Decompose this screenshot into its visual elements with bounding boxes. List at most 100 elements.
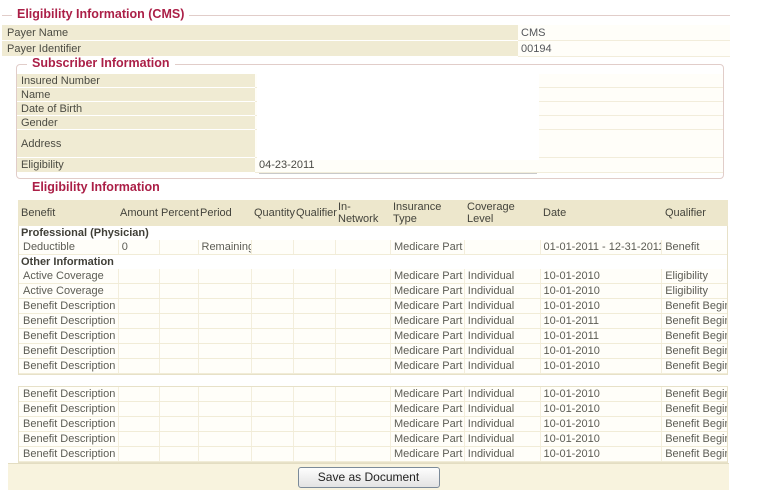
table-cell <box>251 447 293 461</box>
table-cell: 10-01-2010 <box>540 447 662 461</box>
table-cell <box>198 299 252 313</box>
subscriber-row-label: Address <box>17 130 255 158</box>
table-cell: Individual <box>464 269 540 283</box>
table-cell <box>118 269 159 283</box>
table-cell <box>335 432 390 446</box>
table-cell <box>159 447 198 461</box>
subscriber-row-value: 04-23-2011 <box>255 158 723 173</box>
table-cell: Benefit Begin <box>661 344 727 358</box>
table-cell <box>293 387 335 401</box>
table-row: Benefit DescriptionMedicare Part BIndivi… <box>19 329 727 344</box>
column-header-percent: Percent <box>158 207 197 219</box>
table-cell <box>464 240 540 254</box>
table-cell <box>118 387 159 401</box>
table-block: Benefit DescriptionMedicare Part BIndivi… <box>18 386 728 463</box>
table-cell <box>118 447 159 461</box>
table-cell <box>198 314 252 328</box>
table-cell: Benefit Begin <box>661 329 727 343</box>
table-cell: Medicare Part B <box>390 284 464 298</box>
table-header-row: BenefitAmountPercentPeriodQuantityQualif… <box>18 200 728 226</box>
table-cell: Benefit Description <box>19 447 118 461</box>
table-group-row: Other Information <box>19 255 727 269</box>
column-header-amount: Amount <box>117 207 158 219</box>
table-cell <box>335 240 390 254</box>
table-cell <box>335 269 390 283</box>
table-cell <box>293 314 335 328</box>
table-cell: Benefit <box>661 240 727 254</box>
table-cell: Benefit Begin <box>661 417 727 431</box>
column-header-qualifier: Qualifier <box>293 207 335 219</box>
table-cell: Eligibility <box>661 269 727 283</box>
table-cell: Individual <box>464 284 540 298</box>
table-cell <box>159 387 198 401</box>
table-cell <box>293 402 335 416</box>
eligibility-section: Eligibility Information BenefitAmountPer… <box>17 189 729 463</box>
table-row: Benefit DescriptionMedicare Part BIndivi… <box>19 299 727 314</box>
table-cell: Individual <box>464 344 540 358</box>
table-cell: Benefit Description <box>19 299 118 313</box>
save-as-document-button[interactable]: Save as Document <box>298 467 440 488</box>
table-cell <box>118 314 159 328</box>
table-cell: 10-01-2010 <box>540 269 662 283</box>
table-cell: Benefit Begin <box>661 387 727 401</box>
payer-section-title: Eligibility Information (CMS) <box>12 7 189 22</box>
table-cell: Eligibility <box>661 284 727 298</box>
table-cell <box>293 329 335 343</box>
table-row: Benefit DescriptionMedicare Part BIndivi… <box>19 402 727 417</box>
subscriber-row-label: Eligibility <box>17 158 255 173</box>
table-cell <box>159 432 198 446</box>
redaction-overlay <box>257 74 539 160</box>
table-cell: Individual <box>464 417 540 431</box>
table-row: Benefit DescriptionMedicare Part BIndivi… <box>19 432 727 447</box>
table-cell <box>251 387 293 401</box>
table-cell: Individual <box>464 299 540 313</box>
table-row: Benefit DescriptionMedicare Part BIndivi… <box>19 314 727 329</box>
table-cell: Medicare Part B <box>390 387 464 401</box>
table-row: Benefit DescriptionMedicare Part BIndivi… <box>19 359 727 374</box>
table-row: Deductible0RemainingMedicare Part B01-01… <box>19 240 727 255</box>
table-cell <box>293 432 335 446</box>
table-cell <box>118 284 159 298</box>
table-cell <box>251 299 293 313</box>
table-cell <box>118 417 159 431</box>
table-cell <box>118 402 159 416</box>
table-cell <box>159 344 198 358</box>
table-cell <box>159 240 198 254</box>
table-group-row: Professional (Physician) <box>19 226 727 240</box>
table-cell <box>159 402 198 416</box>
subscriber-rows: Insured NumberNameDate of BirthGenderAdd… <box>17 74 723 178</box>
table-cell <box>335 387 390 401</box>
eligibility-report-page: Eligibility Information (CMS) Payer Name… <box>2 8 730 463</box>
table-cell <box>118 359 159 373</box>
table-cell: Individual <box>464 402 540 416</box>
table-cell <box>118 432 159 446</box>
table-cell <box>251 432 293 446</box>
table-cell: 10-01-2010 <box>540 299 662 313</box>
table-cell <box>335 329 390 343</box>
group-row-label: Professional (Physician) <box>19 226 149 240</box>
table-cell <box>251 329 293 343</box>
table-cell: Medicare Part A <box>390 269 464 283</box>
table-cell: Individual <box>464 314 540 328</box>
table-cell: 10-01-2010 <box>540 344 662 358</box>
table-cell: Medicare Part B <box>390 447 464 461</box>
table-row: Benefit DescriptionMedicare Part BIndivi… <box>19 344 727 359</box>
table-cell <box>198 269 252 283</box>
eligibility-section-title: Eligibility Information <box>27 180 165 195</box>
table-cell: Benefit Description <box>19 402 118 416</box>
table-cell: Benefit Begin <box>661 314 727 328</box>
table-cell <box>198 447 252 461</box>
table-cell <box>251 269 293 283</box>
table-cell <box>251 402 293 416</box>
table-cell <box>293 359 335 373</box>
table-cell <box>293 240 335 254</box>
table-cell: 01-01-2011 - 12-31-2011 <box>540 240 662 254</box>
subscriber-section: Subscriber Information Insured NumberNam… <box>16 64 724 179</box>
table-cell: Benefit Description <box>19 344 118 358</box>
table-cell: Benefit Begin <box>661 359 727 373</box>
column-header-insurance-type: Insurance Type <box>390 201 464 225</box>
table-cell <box>293 269 335 283</box>
payer-rows: Payer NameCMSPayer Identifier00194 <box>2 25 730 57</box>
table-cell <box>335 447 390 461</box>
table-cell <box>293 284 335 298</box>
